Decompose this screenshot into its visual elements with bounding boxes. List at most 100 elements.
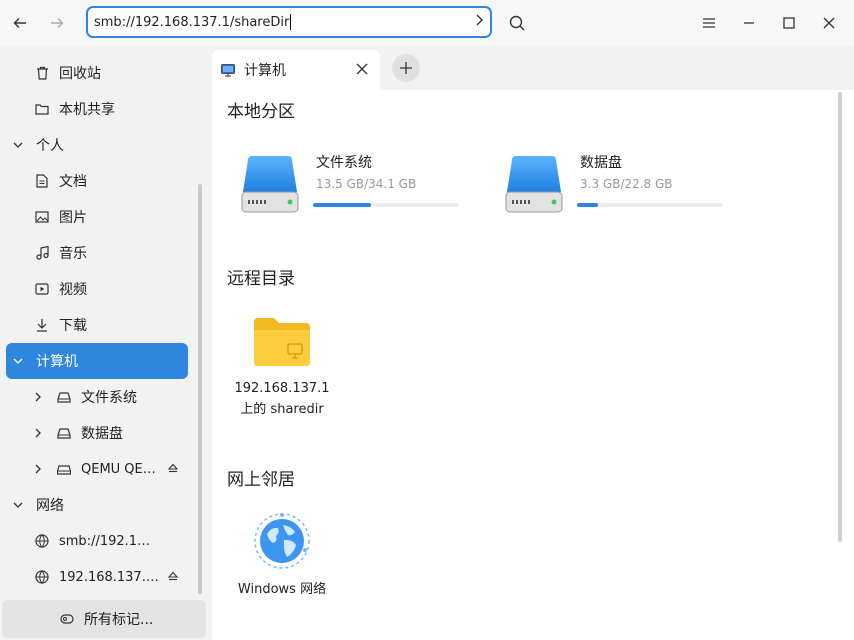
address-bar[interactable]: smb://192.168.137.1/shareDir xyxy=(86,6,492,38)
content-scrollbar[interactable] xyxy=(838,92,842,542)
windows-network-label[interactable]: Windows 网络 xyxy=(227,579,337,600)
eject-icon[interactable] xyxy=(167,463,179,476)
sidebar-item-local-share[interactable]: 本机共享 xyxy=(6,91,188,127)
remote-folder-label[interactable]: 192.168.137.1 上的 sharedir xyxy=(227,378,337,420)
disk-item[interactable]: 数据盘 3.3 GB/22.8 GB xyxy=(504,152,734,222)
sidebar-item-label: 图片 xyxy=(59,210,87,226)
disk-usage-fill xyxy=(313,203,371,207)
new-tab-button[interactable] xyxy=(392,54,420,82)
disk-icon xyxy=(56,425,72,441)
network-folder-icon xyxy=(254,318,310,366)
sidebar-item-label: smb://192.1… xyxy=(59,533,151,549)
sidebar-item-filesystem[interactable]: 文件系统 xyxy=(6,379,188,415)
section-remote-directories: 远程目录 xyxy=(227,269,295,289)
sidebar-item-data-disk[interactable]: 数据盘 xyxy=(6,415,188,451)
sidebar-item-label: 文件系统 xyxy=(81,390,137,406)
sidebar-item-network-host[interactable]: 192.168.137.… xyxy=(6,559,188,595)
sidebar: 回收站 本机共享 个人 文档 图片 音乐 视频 下载 计算机 文件系统 数据盘 … xyxy=(0,46,210,640)
maximize-button[interactable] xyxy=(777,11,801,35)
tab-close-button[interactable] xyxy=(356,63,368,75)
all-tags-button[interactable]: 所有标记... xyxy=(2,600,206,638)
download-icon xyxy=(34,317,50,333)
search-button[interactable] xyxy=(505,11,529,35)
sidebar-item-label: 视频 xyxy=(59,282,87,298)
minimize-button[interactable] xyxy=(737,11,761,35)
network-globe-icon xyxy=(34,533,50,549)
all-tags-label: 所有标记... xyxy=(84,612,154,628)
close-window-button[interactable] xyxy=(817,11,841,35)
sidebar-group-personal[interactable]: 个人 xyxy=(6,127,188,163)
tab-computer[interactable]: 计算机 xyxy=(212,50,380,90)
chevron-down-icon xyxy=(10,353,26,369)
arrow-right-icon xyxy=(51,18,64,28)
disk-size: 3.3 GB/22.8 GB xyxy=(580,177,673,191)
sidebar-item-pictures[interactable]: 图片 xyxy=(6,199,188,235)
back-button[interactable] xyxy=(8,11,32,35)
chevron-right-icon[interactable] xyxy=(30,425,46,441)
tab-bar: 计算机 xyxy=(212,46,854,90)
document-icon xyxy=(34,173,50,189)
remote-folder-label-line1: 192.168.137.1 xyxy=(234,381,330,396)
sidebar-item-smb-share[interactable]: smb://192.1… xyxy=(6,523,188,559)
disk-icon xyxy=(56,389,72,405)
disk-name: 文件系统 xyxy=(316,155,372,171)
address-go-button[interactable] xyxy=(474,13,484,31)
image-icon xyxy=(34,209,50,225)
maximize-icon xyxy=(783,17,795,29)
sidebar-item-qemu-drive[interactable]: QEMU QE… xyxy=(6,451,188,487)
sidebar-scrollbar[interactable] xyxy=(198,184,202,594)
tab-label: 计算机 xyxy=(244,63,286,79)
section-network-neighborhood: 网上邻居 xyxy=(227,470,295,490)
computer-icon xyxy=(221,63,235,77)
eject-icon[interactable] xyxy=(167,571,179,584)
chevron-right-icon[interactable] xyxy=(30,461,46,477)
trash-icon xyxy=(34,65,50,81)
arrow-left-icon xyxy=(13,18,26,28)
sidebar-item-label: 数据盘 xyxy=(81,426,123,442)
sidebar-item-label: 本机共享 xyxy=(59,102,115,118)
disk-usage-bar xyxy=(577,203,723,207)
close-icon xyxy=(356,63,368,75)
main-content: 本地分区 文件系统 13.5 GB/34.1 GB 数据盘 3.3 GB/22.… xyxy=(212,90,854,640)
disk-name: 数据盘 xyxy=(580,155,622,171)
address-text[interactable]: smb://192.168.137.1/shareDir xyxy=(94,15,289,30)
title-bar: smb://192.168.137.1/shareDir xyxy=(0,0,854,46)
sidebar-group-label: 个人 xyxy=(36,138,64,154)
sidebar-group-computer[interactable]: 计算机 xyxy=(6,343,188,379)
disk-usage-fill xyxy=(577,203,599,207)
sidebar-item-music[interactable]: 音乐 xyxy=(6,235,188,271)
tag-icon xyxy=(60,614,74,624)
hamburger-menu-icon xyxy=(703,18,715,28)
chevron-down-icon xyxy=(10,497,26,513)
sidebar-item-videos[interactable]: 视频 xyxy=(6,271,188,307)
menu-button[interactable] xyxy=(697,11,721,35)
sidebar-group-network[interactable]: 网络 xyxy=(6,487,188,523)
sidebar-item-label: 音乐 xyxy=(59,246,87,262)
chevron-right-icon[interactable] xyxy=(30,389,46,405)
sidebar-item-label: QEMU QE… xyxy=(81,461,156,477)
sidebar-item-documents[interactable]: 文档 xyxy=(6,163,188,199)
video-icon xyxy=(34,281,50,297)
folder-icon xyxy=(34,101,50,117)
sidebar-group-label: 网络 xyxy=(36,498,64,514)
disk-item[interactable]: 文件系统 13.5 GB/34.1 GB xyxy=(240,152,470,222)
plus-icon xyxy=(400,62,412,74)
minimize-icon xyxy=(744,22,754,24)
search-icon xyxy=(509,15,525,31)
sidebar-item-label: 回收站 xyxy=(59,66,101,82)
sidebar-item-label: 文档 xyxy=(59,174,87,190)
globe-icon xyxy=(254,513,310,569)
sidebar-item-label: 下载 xyxy=(59,318,87,334)
chevron-right-icon xyxy=(476,14,483,26)
disk-usage-bar xyxy=(313,203,459,207)
sidebar-item-downloads[interactable]: 下载 xyxy=(6,307,188,343)
disk-size: 13.5 GB/34.1 GB xyxy=(316,177,417,191)
chevron-down-icon xyxy=(10,137,26,153)
remote-folder-label-line2: 上的 sharedir xyxy=(240,402,324,417)
sidebar-item-trash[interactable]: 回收站 xyxy=(6,55,188,91)
forward-button[interactable] xyxy=(45,11,69,35)
section-local-partitions: 本地分区 xyxy=(227,102,295,122)
network-globe-icon xyxy=(34,569,50,585)
sidebar-item-label: 192.168.137.… xyxy=(59,569,159,585)
sidebar-group-label: 计算机 xyxy=(36,354,78,370)
